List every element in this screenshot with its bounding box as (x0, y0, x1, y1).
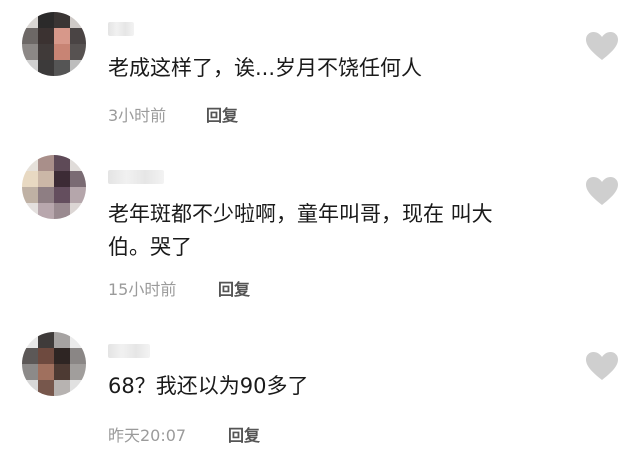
username-blurred[interactable] (108, 22, 134, 36)
comment-time: 15小时前 (108, 280, 177, 299)
username-blurred[interactable] (108, 344, 150, 358)
heart-icon[interactable] (584, 175, 620, 207)
username-blurred[interactable] (108, 170, 164, 184)
comment-text: 老成这样了，诶...岁月不饶任何人 (108, 56, 423, 80)
reply-button[interactable]: 回复 (206, 102, 238, 126)
avatar[interactable] (22, 12, 86, 76)
heart-icon[interactable] (584, 30, 620, 62)
comment-text: 老年斑都不少啦啊，童年叫哥，现在 叫大伯。哭了 (108, 202, 493, 259)
avatar[interactable] (22, 155, 86, 219)
comment-text: 68？我还以为90多了 (108, 374, 309, 398)
heart-icon[interactable] (584, 350, 620, 382)
avatar[interactable] (22, 332, 86, 396)
comment-time: 3小时前 (108, 106, 167, 125)
reply-button[interactable]: 回复 (218, 276, 250, 300)
comment-time: 昨天20:07 (108, 426, 187, 445)
reply-button[interactable]: 回复 (228, 422, 260, 446)
